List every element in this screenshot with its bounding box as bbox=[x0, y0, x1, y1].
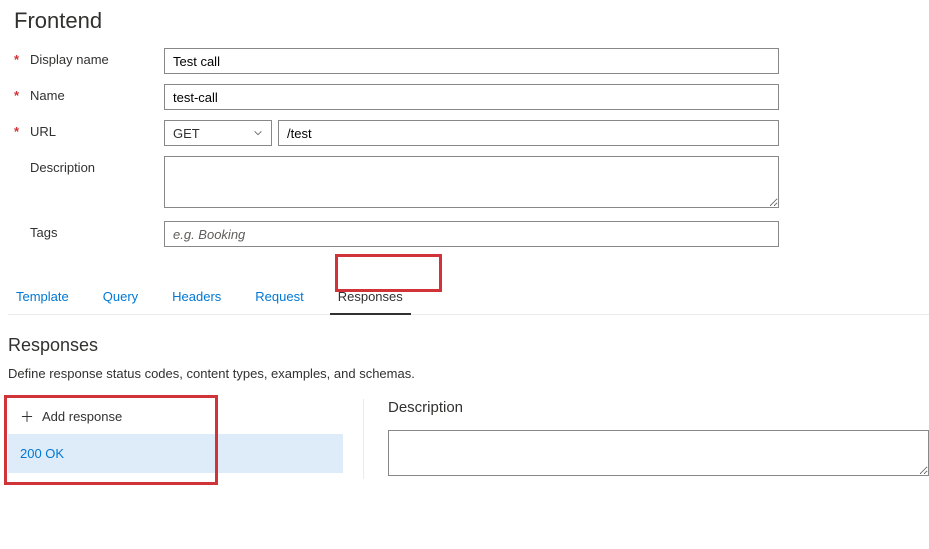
add-response-label: Add response bbox=[42, 409, 122, 424]
row-display-name: * Display name bbox=[14, 48, 929, 74]
description-textarea[interactable] bbox=[164, 156, 779, 208]
responses-helper: Define response status codes, content ty… bbox=[8, 366, 929, 399]
tab-request[interactable]: Request bbox=[253, 283, 305, 314]
add-response-button[interactable]: ＋ Add response bbox=[8, 399, 343, 434]
label-text: Description bbox=[30, 160, 95, 175]
plus-icon: ＋ bbox=[20, 410, 34, 424]
display-name-input[interactable] bbox=[164, 48, 779, 74]
response-description-textarea[interactable] bbox=[388, 430, 929, 476]
name-input[interactable] bbox=[164, 84, 779, 110]
responses-title: Responses bbox=[8, 315, 929, 366]
response-detail: Description bbox=[363, 399, 929, 479]
tags-input[interactable] bbox=[164, 221, 779, 247]
response-description-label: Description bbox=[388, 399, 929, 416]
required-asterisk: * bbox=[14, 88, 30, 103]
row-name: * Name bbox=[14, 84, 929, 110]
label-text: Name bbox=[30, 88, 65, 103]
row-description: Description bbox=[14, 156, 929, 211]
label-description: Description bbox=[14, 156, 164, 175]
tab-responses[interactable]: Responses bbox=[336, 283, 405, 314]
response-item-200[interactable]: 200 OK bbox=[8, 434, 343, 473]
tab-template[interactable]: Template bbox=[14, 283, 71, 314]
tab-headers[interactable]: Headers bbox=[170, 283, 223, 314]
http-method-select[interactable]: GET bbox=[164, 120, 272, 146]
responses-section: Responses Define response status codes, … bbox=[8, 315, 929, 479]
method-value: GET bbox=[173, 126, 200, 141]
row-url: * URL GET bbox=[14, 120, 929, 146]
row-tags: Tags bbox=[14, 221, 929, 247]
label-name: * Name bbox=[14, 84, 164, 103]
tab-query[interactable]: Query bbox=[101, 283, 140, 314]
responses-list: ＋ Add response 200 OK bbox=[8, 399, 343, 473]
label-tags: Tags bbox=[14, 221, 164, 240]
label-text: Tags bbox=[30, 225, 57, 240]
required-asterisk: * bbox=[14, 124, 30, 139]
page-title: Frontend bbox=[8, 0, 929, 48]
form: * Display name * Name * URL GET bbox=[8, 48, 929, 247]
url-path-input[interactable] bbox=[278, 120, 779, 146]
label-text: Display name bbox=[30, 52, 109, 67]
chevron-down-icon bbox=[253, 128, 263, 138]
tabs: Template Query Headers Request Responses bbox=[8, 257, 929, 315]
required-asterisk: * bbox=[14, 52, 30, 67]
responses-body: ＋ Add response 200 OK Description bbox=[8, 399, 929, 479]
label-text: URL bbox=[30, 124, 56, 139]
label-display-name: * Display name bbox=[14, 48, 164, 67]
label-url: * URL bbox=[14, 120, 164, 139]
